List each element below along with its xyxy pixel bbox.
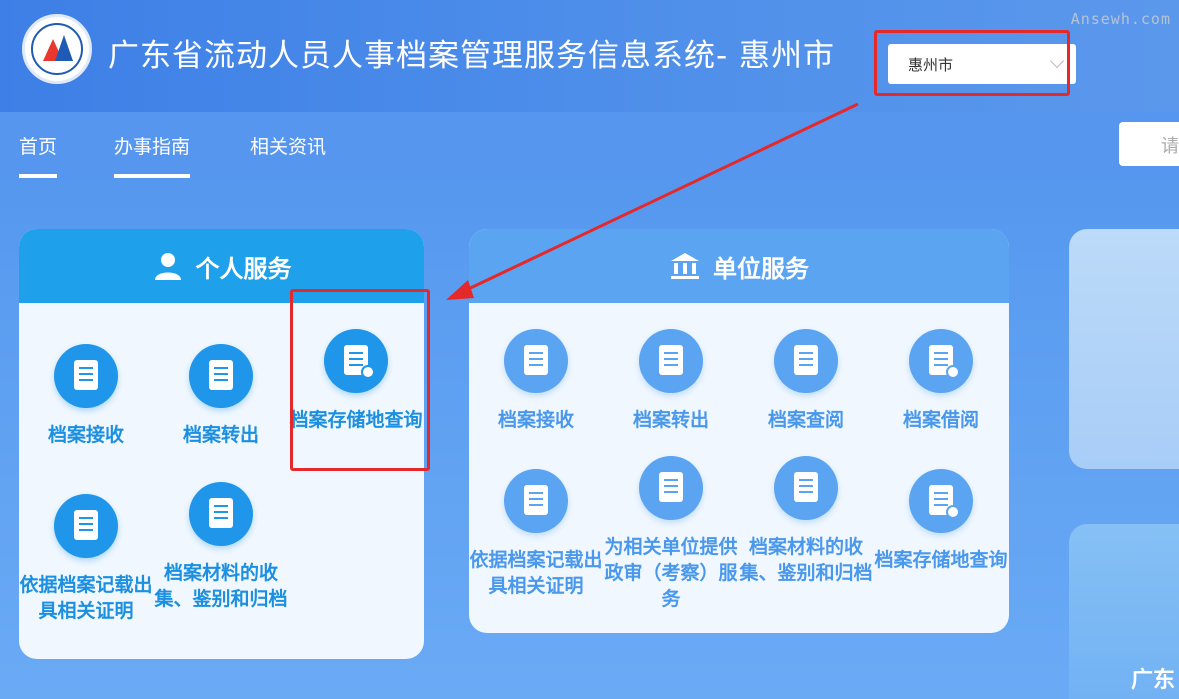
annotation-arrow (446, 102, 859, 300)
